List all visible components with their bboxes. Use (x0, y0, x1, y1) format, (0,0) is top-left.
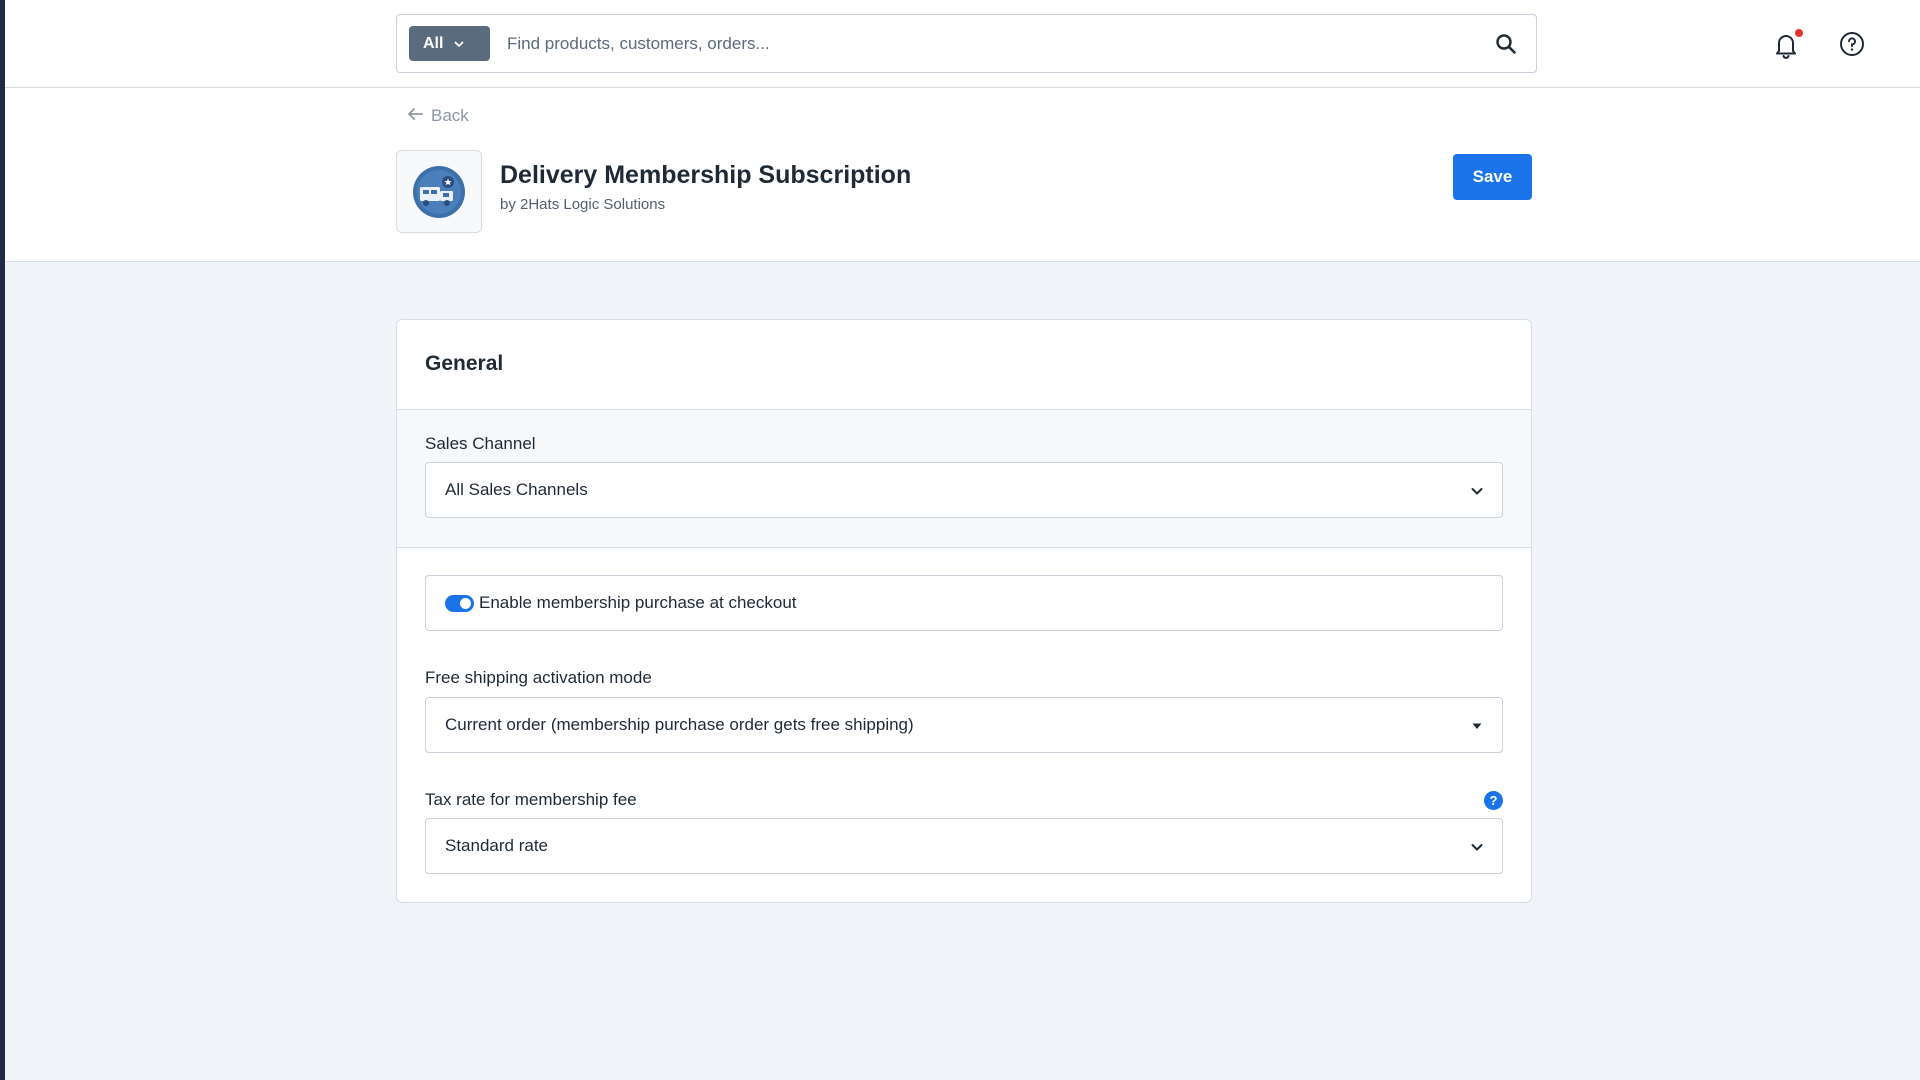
search-scope-dropdown[interactable]: All (409, 26, 490, 61)
page-header: Back Delivery Membership Subscription by… (5, 88, 1920, 262)
sales-channel-select[interactable]: All Sales Channels (425, 462, 1503, 518)
sales-channel-section: Sales Channel All Sales Channels (397, 410, 1531, 548)
membership-toggle-label: Enable membership purchase at checkout (479, 593, 797, 612)
tax-rate-label: Tax rate for membership fee (425, 790, 637, 809)
tax-rate-value: Standard rate (445, 836, 549, 855)
arrow-left-icon (407, 106, 423, 126)
membership-toggle-switch[interactable] (445, 594, 474, 612)
card-header: General (397, 320, 1531, 410)
general-card: General Sales Channel All Sales Channels… (396, 319, 1532, 903)
chevron-down-icon (1468, 482, 1486, 500)
sales-channel-value: All Sales Channels (445, 480, 588, 499)
free-shipping-select[interactable]: Current order (membership purchase order… (425, 697, 1503, 753)
top-bar: All (5, 0, 1920, 88)
membership-toggle-row: Enable membership purchase at checkout (425, 575, 1503, 631)
free-shipping-value: Current order (membership purchase order… (445, 715, 914, 734)
sales-channel-label: Sales Channel (425, 434, 536, 453)
help-circle-icon[interactable] (1839, 31, 1865, 57)
chevron-down-icon (1468, 838, 1486, 856)
chevron-down-icon (453, 38, 465, 50)
back-link[interactable]: Back (407, 106, 469, 126)
caret-down-icon (1468, 717, 1486, 735)
global-search: All (396, 14, 1537, 73)
page-title: Delivery Membership Subscription (500, 161, 912, 189)
search-input[interactable] (505, 25, 1465, 63)
notification-dot (1795, 29, 1803, 37)
card-title: General (425, 352, 504, 375)
delivery-truck-icon (413, 165, 465, 218)
app-vendor: by 2Hats Logic Solutions (500, 196, 666, 213)
back-label: Back (431, 106, 469, 125)
save-button[interactable]: Save (1453, 154, 1532, 200)
free-shipping-label: Free shipping activation mode (425, 668, 652, 687)
app-logo (396, 150, 482, 233)
search-icon[interactable] (1494, 32, 1518, 56)
tax-rate-help-icon[interactable]: ? (1484, 791, 1503, 810)
search-scope-label: All (423, 34, 444, 52)
tax-rate-select[interactable]: Standard rate (425, 818, 1503, 874)
